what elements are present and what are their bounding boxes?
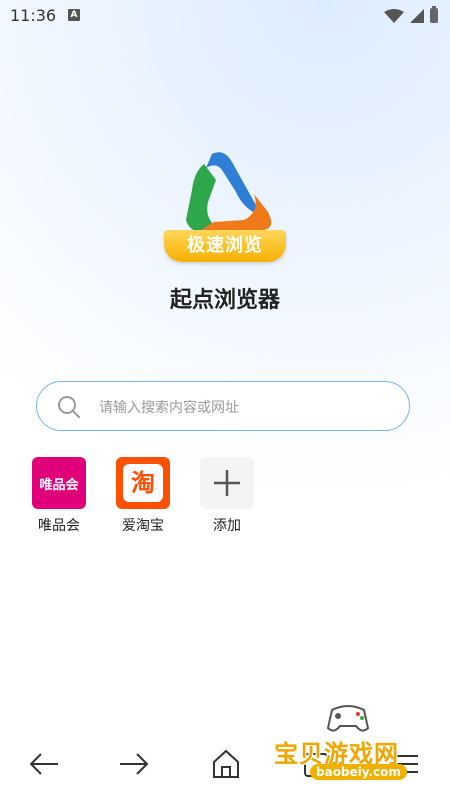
- search-input[interactable]: 请输入搜索内容或网址: [99, 397, 239, 417]
- shortcut-label: 爱淘宝: [122, 518, 164, 534]
- gamepad-icon: [326, 705, 370, 732]
- logo-banner: 极速浏览: [164, 230, 286, 262]
- shortcut-grid: 唯品会 唯品会 淘 爱淘宝 添加: [32, 457, 254, 535]
- app-title: 起点浏览器: [169, 288, 280, 313]
- signal-icon: [410, 8, 424, 23]
- status-bar: 11:36 A: [0, 0, 450, 32]
- watermark-url: baobeiy.com: [310, 764, 407, 780]
- battery-icon: [430, 6, 438, 23]
- watermark: 宝贝游戏网 baobeiy.com: [274, 700, 424, 790]
- plus-icon: [200, 457, 254, 509]
- home-icon[interactable]: [210, 748, 242, 780]
- forward-arrow-icon[interactable]: [118, 748, 150, 780]
- system-icons: [384, 6, 438, 23]
- logo-triangle-icon: [186, 152, 272, 233]
- status-time: 11:36: [10, 6, 57, 25]
- shortcut-vipshop[interactable]: 唯品会 唯品会: [32, 457, 86, 535]
- shortcut-add[interactable]: 添加: [200, 457, 254, 535]
- app-logo: 极速浏览: [164, 150, 288, 268]
- wifi-icon: [384, 8, 404, 23]
- taobao-icon: 淘: [116, 457, 170, 509]
- shortcut-label: 添加: [213, 518, 241, 534]
- vipshop-icon: 唯品会: [32, 457, 86, 509]
- taobao-glyph: 淘: [123, 464, 163, 502]
- shortcut-taobao[interactable]: 淘 爱淘宝: [116, 457, 170, 535]
- shortcut-label: 唯品会: [38, 518, 80, 534]
- notification-icon: A: [68, 9, 80, 21]
- search-box[interactable]: 请输入搜索内容或网址: [36, 381, 410, 431]
- search-icon: [58, 396, 80, 418]
- back-arrow-icon[interactable]: [28, 748, 60, 780]
